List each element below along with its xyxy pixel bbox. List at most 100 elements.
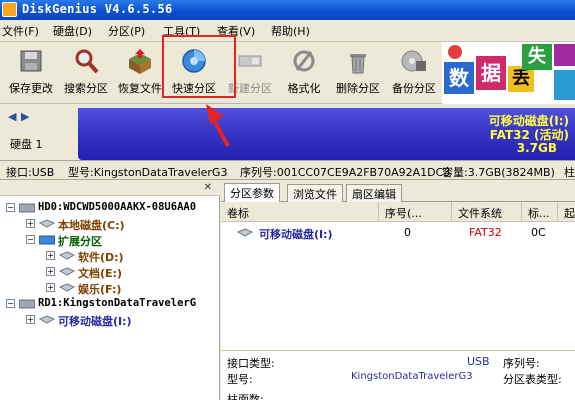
delete-partition-button[interactable]: 删除分区 <box>330 44 386 100</box>
format-label: 格式化 <box>287 82 321 95</box>
usb-disk-icon <box>19 299 35 309</box>
next-disk-arrow-icon[interactable]: ▶ <box>21 110 29 123</box>
search-partition-label: 搜索分区 <box>64 82 108 95</box>
tree-node-soft[interactable]: + 软件(D:) <box>46 248 220 264</box>
tree-label-usb: 可移动磁盘(I:) <box>58 315 132 328</box>
close-icon[interactable]: ✕ <box>204 182 212 193</box>
column-index[interactable]: 序号(... <box>379 202 452 222</box>
trash-icon <box>350 54 366 74</box>
tree-label-local-c: 本地磁盘(C:) <box>58 219 125 232</box>
search-partition-button[interactable]: 搜索分区 <box>58 44 114 100</box>
table-header: 卷标 序号(... 文件系统 标... 起 <box>221 202 575 222</box>
tree-node-fun[interactable]: + 娱乐(F:) <box>46 280 220 296</box>
tree-node-docs[interactable]: + 文档(E:) <box>46 264 220 280</box>
ad-char-4: 失 <box>522 44 552 70</box>
red-arrow-icon <box>206 104 230 147</box>
recover-files-label: 恢复文件 <box>118 82 162 95</box>
details-pane: 分区参数 浏览文件 扇区编辑 卷标 序号(... 文件系统 标... 起 可移动… <box>221 182 575 400</box>
tree-label-extended: 扩展分区 <box>58 235 102 248</box>
column-flag[interactable]: 标... <box>522 202 558 222</box>
partition-icon <box>39 315 55 324</box>
backup-partition-button[interactable]: 备份分区 <box>386 44 442 100</box>
menu-partition[interactable]: 分区(P) <box>108 23 145 39</box>
tree-label-docs: 文档(E:) <box>78 267 122 280</box>
extended-partition-icon <box>39 235 55 245</box>
ad-char-2: 据 <box>476 56 506 90</box>
backup-partition-label: 备份分区 <box>392 82 436 95</box>
menu-help[interactable]: 帮助(H) <box>271 23 310 39</box>
partition-icon <box>59 251 75 260</box>
prev-disk-arrow-icon[interactable]: ◀ <box>8 110 16 123</box>
expand-icon[interactable]: + <box>46 267 55 276</box>
menu-file[interactable]: 文件(F) <box>2 23 39 39</box>
tab-partition-params[interactable]: 分区参数 <box>224 183 280 203</box>
window-title: DiskGenius V4.6.5.56 <box>22 2 173 16</box>
magnifier-icon <box>75 49 99 74</box>
tree-node-rd1[interactable]: − RD1:KingstonDataTravelerG <box>6 296 220 312</box>
partition-block-size: 3.7GB <box>516 141 557 155</box>
format-icon <box>293 50 315 72</box>
info-capacity: 容量:3.7GB(3824MB) <box>442 166 555 179</box>
recover-files-button[interactable]: 恢复文件 <box>112 44 168 100</box>
tree-label-rd1: RD1:KingstonDataTravelerG <box>38 297 197 309</box>
tree-node-hd0[interactable]: − HD0:WDCWD5000AAKX-08U6AA0 <box>6 200 220 216</box>
tab-sector-edit[interactable]: 扇区编辑 <box>346 184 402 202</box>
partition-icon <box>237 228 253 237</box>
format-button[interactable]: 格式化 <box>276 44 332 100</box>
tree-node-extended[interactable]: − 扩展分区 <box>26 232 220 248</box>
disk-tree-pane: ✕ − HD0:WDCWD5000AAKX-08U6AA0 + 本地磁盘(C:)… <box>0 182 220 400</box>
column-start[interactable]: 起 <box>558 202 575 222</box>
partition-icon <box>59 267 75 276</box>
cell-filesystem: FAT32 <box>469 226 502 239</box>
expand-icon[interactable]: + <box>46 251 55 260</box>
prop-part-table-label: 分区表类型: <box>503 373 562 386</box>
column-volume-label[interactable]: 卷标 <box>221 202 379 222</box>
disk-map-bar: ◀ ▶ 硬盘 1 可移动磁盘(I:) FAT32 (活动) 3.7GB <box>0 104 575 160</box>
prop-interface-label: 接口类型: <box>227 357 275 370</box>
partition-icon <box>59 283 75 292</box>
prop-usb-fragment: USB <box>467 355 490 368</box>
info-more: 柱 <box>564 166 575 179</box>
info-model: 型号:KingstonDataTravelerG3 <box>68 166 228 179</box>
cell-index: 0 <box>404 226 411 239</box>
collapse-icon[interactable]: − <box>26 235 35 244</box>
disk-info-bar: 接口:USB 型号:KingstonDataTravelerG3 序列号:001… <box>0 160 575 180</box>
delete-partition-label: 删除分区 <box>336 82 380 95</box>
tree-node-local-c[interactable]: + 本地磁盘(C:) <box>26 216 220 232</box>
new-partition-icon <box>238 55 262 67</box>
expand-icon[interactable]: + <box>46 283 55 292</box>
data-loss-ad-banner[interactable]: 数 据 丢 失 <box>442 42 575 104</box>
save-changes-button[interactable]: 保存更改 <box>3 44 59 100</box>
tree-node-usb[interactable]: + 可移动磁盘(I:) <box>26 312 220 328</box>
ad-dot <box>448 45 462 59</box>
prop-serial-label: 序列号: <box>503 357 540 370</box>
collapse-icon[interactable]: − <box>6 203 15 212</box>
expand-icon[interactable]: + <box>26 315 35 324</box>
save-icon <box>20 50 42 72</box>
recover-box-icon <box>129 49 151 74</box>
tree-label-hd0: HD0:WDCWD5000AAKX-08U6AA0 <box>38 201 197 213</box>
expand-icon[interactable]: + <box>26 219 35 228</box>
table-row[interactable]: 可移动磁盘(I:) 0 FAT32 0C <box>221 224 575 242</box>
title-bar: DiskGenius V4.6.5.56 <box>0 0 575 20</box>
prop-model-label: 型号: <box>227 373 253 386</box>
prop-cylinders-label: 柱面数: <box>227 393 264 400</box>
partition-block[interactable]: 可移动磁盘(I:) FAT32 (活动) 3.7GB <box>78 108 575 160</box>
ad-tile <box>554 70 575 100</box>
menu-disk[interactable]: 硬盘(D) <box>53 23 92 39</box>
column-filesystem[interactable]: 文件系统 <box>452 202 522 222</box>
app-window: DiskGenius V4.6.5.56 文件(F) 硬盘(D) 分区(P) 工… <box>0 0 575 400</box>
tree-label-soft: 软件(D:) <box>78 251 124 264</box>
menu-bar: 文件(F) 硬盘(D) 分区(P) 工具(T) 查看(V) 帮助(H) <box>0 20 575 42</box>
ad-char-1: 数 <box>444 62 474 94</box>
partition-icon <box>39 219 55 228</box>
prop-model-value: KingstonDataTravelerG3 <box>351 371 473 382</box>
tab-browse-files[interactable]: 浏览文件 <box>287 184 343 202</box>
ad-tile <box>554 44 575 66</box>
tab-strip: 分区参数 浏览文件 扇区编辑 <box>221 182 575 203</box>
backup-icon <box>401 50 426 72</box>
app-icon <box>2 2 17 17</box>
collapse-icon[interactable]: − <box>6 299 15 308</box>
save-changes-label: 保存更改 <box>9 82 53 95</box>
info-interface: 接口:USB <box>6 166 55 179</box>
